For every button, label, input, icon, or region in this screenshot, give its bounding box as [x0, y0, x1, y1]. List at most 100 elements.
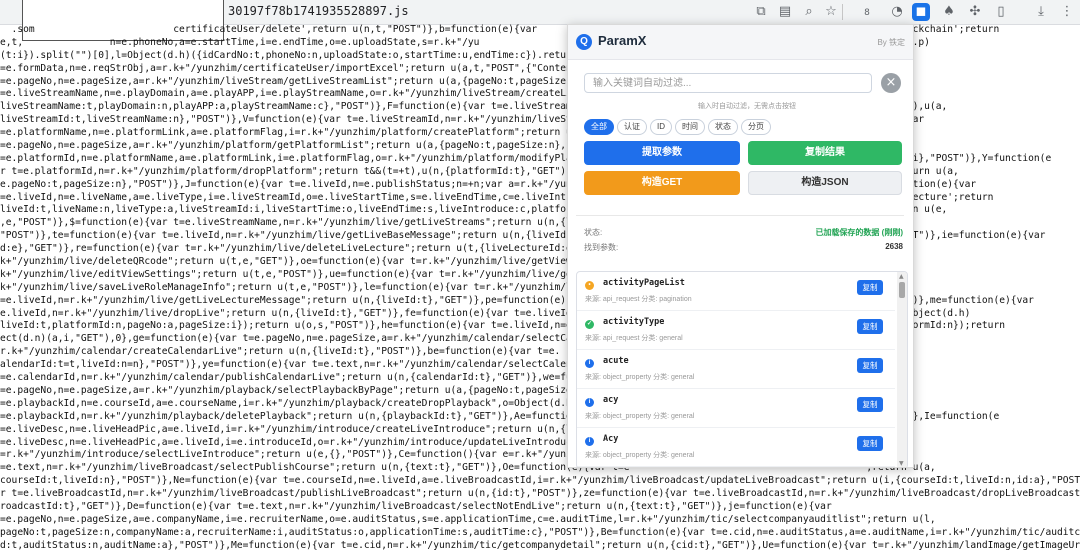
code-line: r t=e.platformId,n=r.k+"/yunzhim/platfor…	[0, 165, 959, 177]
param-type-icon: i	[585, 398, 594, 407]
scroll-up-icon[interactable]: ▲	[899, 273, 904, 280]
code-line: e.liveId,n=r.k+"/yunzhim/live/dropLive";…	[0, 307, 971, 319]
code-line: k+"/yunzhim/live/editViewSettings";retur…	[0, 268, 613, 280]
param-type-icon: i	[585, 437, 594, 446]
param-item[interactable]: i acute 来源: object_property 分类: general 复制	[577, 350, 895, 389]
download-icon[interactable]: ⤓	[1032, 3, 1050, 21]
browser-toolbar: 30197f78b1741935528897.js ⧉ ▤ ⌕ ☆ 8 ◔ ◼ …	[0, 0, 1080, 41]
source-code-view: .som certificateUser/delete',return u(n,…	[0, 24, 1080, 552]
param-item[interactable]: i acy 来源: object_property 分类: general 复制	[577, 389, 895, 428]
code-line: r t=e.liveBroadcastId,n=r.k+"/yunzhim/li…	[0, 488, 1080, 500]
found-count: 2638	[885, 242, 903, 251]
code-line: e,t, n=e.phoneNo,a=e.startTime,i=e.endTi…	[0, 36, 930, 48]
param-type-icon: ✓	[585, 320, 594, 329]
code-line: r.k+"/yunzhim/calendar/createCalendarLiv…	[0, 346, 855, 358]
panel-author: By 铁定	[877, 38, 905, 47]
param-name: activityType	[603, 317, 665, 327]
scroll-down-icon[interactable]: ▼	[899, 460, 904, 467]
status-value: 已加载保存的数据 (刚刚)	[815, 228, 903, 237]
translate-icon[interactable]: ⧉	[752, 3, 770, 21]
code-line: alendarId:t=t,liveId:n=n},"POST")},ye=fu…	[0, 359, 613, 371]
code-line: =e.calendarId,n=r.k+"/yunzhim/calendar/p…	[0, 372, 896, 384]
extract-params-button[interactable]: 提取参数	[584, 141, 740, 165]
code-line: (t:i}).split("")[0],l=Object(d.h)({idCar…	[0, 49, 607, 61]
filter-chip[interactable]: 状态	[708, 119, 738, 135]
code-line: k+"/yunzhim/live/deleteQRcode";return u(…	[0, 256, 613, 268]
copy-param-button[interactable]: 复制	[857, 280, 883, 295]
build-json-button[interactable]: 构造JSON	[748, 171, 902, 195]
code-line: =e.liveStreamName,n=e.playDomain,a=e.pla…	[0, 88, 630, 100]
divider	[576, 215, 904, 216]
paramx-ext-icon[interactable]: ◼	[912, 3, 930, 21]
search-input[interactable]: 输入关键词自动过滤...	[584, 73, 872, 93]
list-scrollbar[interactable]: ▲ ▼	[897, 272, 907, 467]
param-type-icon: i	[585, 359, 594, 368]
copy-param-button[interactable]: 复制	[857, 319, 883, 334]
filter-chip[interactable]: 认证	[617, 119, 647, 135]
puzzle-icon[interactable]: ✣	[966, 3, 984, 21]
filter-chip[interactable]: 全部	[584, 119, 614, 135]
code-line: =r.k+"/yunzhim/introduce/selectLiveIntro…	[0, 449, 624, 461]
ext-badge-icon[interactable]: 8	[858, 3, 876, 21]
filter-chip[interactable]: ID	[650, 119, 672, 135]
code-line: =e.pageNo,n=e.pageSize,a=r.k+"/yunzhim/p…	[0, 384, 630, 396]
code-line: liveStreamName:t,playDomain:n,playAPP:a,…	[0, 101, 948, 113]
code-line: d:e},"GET")},re=function(e){var t=r.k+"/…	[0, 243, 601, 255]
filter-chips: 全部 认证 ID 时间 状态 分页	[584, 119, 774, 135]
sidebar-icon[interactable]: ▯	[992, 3, 1010, 21]
build-get-button[interactable]: 构造GET	[584, 171, 740, 195]
code-line: =e.liveDesc,n=e.liveHeadPic,a=e.liveId,i…	[0, 436, 913, 448]
code-line: k+"/yunzhim/live/saveLiveRoleManageInfo"…	[0, 281, 607, 293]
param-item[interactable]: ✓ activityType 来源: api_request 分类: general…	[577, 311, 895, 350]
reader-icon[interactable]: ▤	[776, 3, 794, 21]
param-name: acy	[603, 395, 619, 405]
paramx-panel: Q ParamX By 铁定 输入关键词自动过滤... × 输入时自动过滤，无需…	[567, 24, 914, 468]
code-line: courseId:t,liveId:n},"POST")},Ne=functio…	[0, 475, 1080, 487]
copy-param-button[interactable]: 复制	[857, 358, 883, 373]
status-label: 状态:	[584, 228, 603, 237]
panel-header: Q ParamX By 铁定	[568, 25, 913, 60]
code-line: =e.pageNo,n=e.pageSize,a=r.k+"/yunzhim/p…	[0, 140, 630, 152]
code-line: d:t,auditStatus:n,auditName:a},"POST")},…	[0, 539, 1080, 551]
code-line: ect(d.n)(a,i,"GET"),0},ge=function(e){va…	[0, 333, 619, 345]
filter-chip[interactable]: 时间	[675, 119, 705, 135]
star-icon[interactable]: ☆	[822, 3, 840, 21]
code-line: ,e,"POST")},$=function(e){var t=e.liveSt…	[0, 217, 896, 229]
ext-color-icon[interactable]: ◔	[888, 3, 906, 21]
code-line: roadcastId:t},"GET")},De=function(e){var…	[0, 500, 832, 512]
copy-param-button[interactable]: 复制	[857, 397, 883, 412]
code-line: "POST")},te=function(e){var t=e.liveId,n…	[0, 230, 1046, 242]
ext-badge-count: 8	[864, 8, 870, 18]
code-line: liveId:t,liveName:n,liveType:a,liveStrea…	[0, 204, 948, 216]
code-line: =e.pageNo,n=e.pageSize,a=r.k+"/yunzhim/l…	[0, 75, 630, 87]
code-line: =e.pageNo,n=e.pageSize,a=e.companyName,i…	[0, 513, 936, 525]
code-line: liveStreamId:t,liveStreamName:n},"POST")…	[0, 114, 925, 126]
code-line: =e.liveId,n=e.liveName,a=e.liveType,i=e.…	[0, 191, 994, 203]
code-line: .som certificateUser/delete',return u(n,…	[0, 24, 1000, 35]
param-list: ▲ ▼ • activityPageList 来源: api_request 分类:…	[576, 271, 908, 467]
param-meta: 来源: object_property 分类: general	[585, 452, 695, 459]
panel-title: ParamX	[598, 33, 647, 48]
address-bar-url[interactable]: 30197f78b1741935528897.js	[228, 4, 409, 18]
code-line: =e.liveId,n=r.k+"/yunzhim/live/getLiveLe…	[0, 294, 1034, 306]
copy-results-button[interactable]: 复制结果	[748, 141, 902, 165]
filter-chip[interactable]: 分页	[741, 119, 771, 135]
clear-search-button[interactable]: ×	[881, 73, 901, 93]
toolbar-divider	[842, 4, 843, 20]
code-line: liveId:t,platformId:n,pageNo:a,pageSize:…	[0, 320, 1006, 332]
menu-icon[interactable]: ⋮	[1058, 3, 1076, 21]
param-name: Acy	[603, 434, 619, 444]
copy-param-button[interactable]: 复制	[857, 436, 883, 451]
search-area: 输入关键词自动过滤... ×	[578, 71, 901, 97]
code-line: =e.formData,n=e.reqStrObj,a=r.k+"/yunzhi…	[0, 62, 630, 74]
code-line: =e.playbackId,n=e.courseId,a=e.courseNam…	[0, 397, 878, 409]
param-meta: 来源: api_request 分类: general	[585, 335, 683, 342]
spade-icon[interactable]: ♠	[940, 3, 958, 21]
param-item[interactable]: i Acy 来源: object_property 分类: general 复制	[577, 428, 895, 467]
param-type-icon: •	[585, 281, 594, 290]
param-meta: 来源: api_request 分类: pagination	[585, 296, 692, 303]
scroll-thumb[interactable]	[899, 282, 905, 298]
code-line: =e.platformName,n=e.platformLink,a=e.pla…	[0, 127, 630, 139]
zoom-icon[interactable]: ⌕	[800, 3, 818, 21]
param-item[interactable]: • activityPageList 来源: api_request 分类: pag…	[577, 272, 895, 311]
